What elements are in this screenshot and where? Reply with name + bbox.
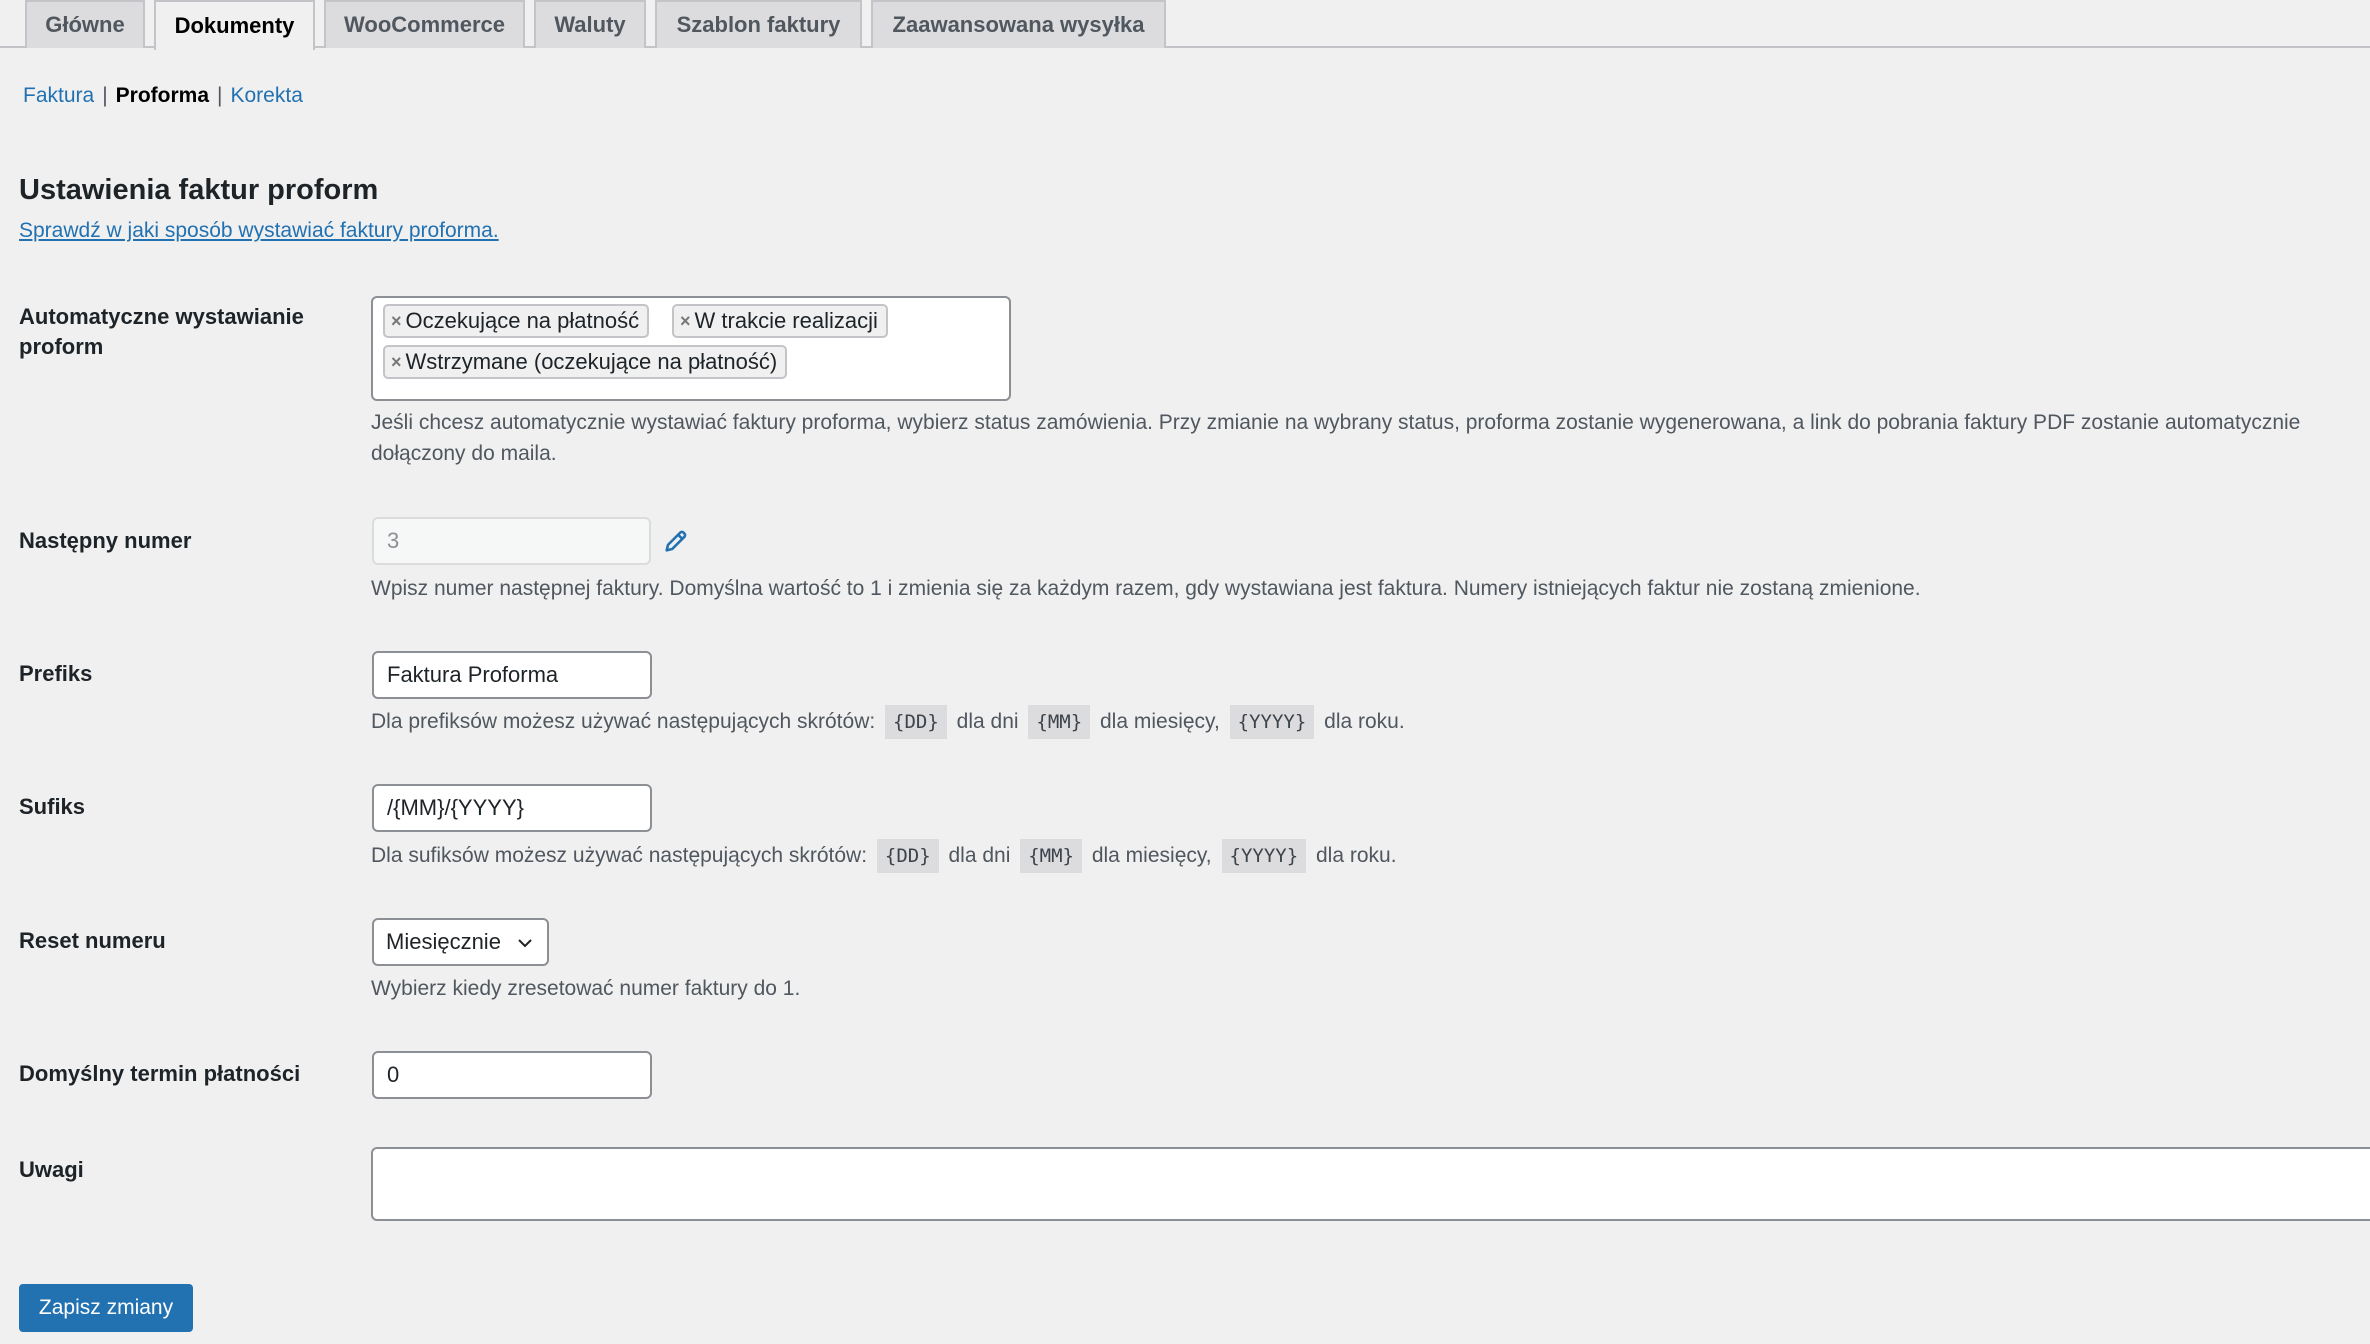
prefix-description: Dla prefiksów możesz używać następującyc…	[371, 705, 1405, 739]
desc-text: dla roku.	[1315, 844, 1397, 867]
prefix-label: Prefiks	[19, 661, 93, 686]
status-chip[interactable]: × Wstrzymane (oczekujące na płatność)	[383, 345, 788, 379]
next-number-description: Wpisz numer następnej faktury. Domyślna …	[371, 577, 1921, 600]
tab-szablon-faktury[interactable]: Szablon faktury	[655, 0, 862, 48]
suffix-description: Dla sufiksów możesz używać następujących…	[371, 839, 1397, 873]
subnav-korekta[interactable]: Korekta	[231, 84, 303, 107]
suffix-input[interactable]: /{MM}/{YYYY}	[372, 784, 652, 832]
settings-tabs: Główne Dokumenty WooCommerce Waluty Szab…	[0, 0, 2370, 50]
desc-text: dla dni	[956, 710, 1019, 733]
auto-issue-description: Jeśli chcesz automatycznie wystawiać fak…	[371, 411, 2301, 465]
shortcode-yyyy: {YYYY}	[1229, 705, 1315, 739]
status-chip[interactable]: × W trakcie realizacji	[672, 304, 888, 338]
close-icon[interactable]: ×	[391, 352, 402, 373]
subnav-proforma[interactable]: Proforma	[116, 84, 209, 107]
next-number-input[interactable]: 3	[372, 517, 651, 565]
notes-textarea[interactable]	[371, 1147, 2370, 1221]
tab-dokumenty[interactable]: Dokumenty	[154, 0, 315, 50]
document-subnav: Faktura | Proforma | Korekta	[23, 84, 303, 108]
status-chip[interactable]: × Oczekujące na płatność	[383, 304, 650, 338]
payment-term-input[interactable]: 0	[372, 1051, 652, 1099]
close-icon[interactable]: ×	[391, 311, 402, 332]
tab-woocommerce[interactable]: WooCommerce	[324, 0, 525, 48]
pencil-icon[interactable]	[662, 527, 690, 555]
save-button[interactable]: Zapisz zmiany	[19, 1284, 193, 1332]
chevron-down-icon	[518, 939, 532, 948]
chip-label: Wstrzymane (oczekujące na płatność)	[405, 349, 778, 374]
shortcode-mm: {MM}	[1028, 705, 1091, 739]
help-link[interactable]: Sprawdź w jaki sposób wystawiać faktury …	[19, 219, 499, 243]
reset-description: Wybierz kiedy zresetować numer faktury d…	[371, 977, 801, 1000]
desc-text: dla roku.	[1324, 710, 1405, 733]
desc-text: Dla sufiksów możesz używać następujących…	[371, 844, 868, 867]
chip-label: Oczekujące na płatność	[405, 308, 640, 333]
suffix-label: Sufiks	[19, 794, 86, 819]
desc-text: dla miesięcy,	[1091, 844, 1212, 867]
shortcode-yyyy: {YYYY}	[1221, 839, 1307, 873]
payment-term-label: Domyślny termin płatności	[19, 1061, 301, 1086]
auto-issue-label: Automatyczne wystawianie proform	[19, 304, 304, 359]
tab-glowne[interactable]: Główne	[25, 0, 145, 48]
page-title: Ustawienia faktur proform	[19, 174, 379, 206]
desc-text: dla miesięcy,	[1100, 710, 1220, 733]
tab-zaawansowana-wysylka[interactable]: Zaawansowana wysyłka	[871, 0, 1166, 48]
order-status-multiselect[interactable]: × Oczekujące na płatność × W trakcie reali…	[371, 296, 1011, 401]
chip-label: W trakcie realizacji	[694, 308, 878, 333]
reset-select-value: Miesięcznie	[386, 929, 501, 954]
subnav-faktura[interactable]: Faktura	[23, 84, 94, 107]
shortcode-dd: {DD}	[885, 705, 947, 739]
reset-select[interactable]: Miesięcznie	[372, 918, 549, 966]
prefix-input[interactable]: Faktura Proforma	[372, 651, 652, 699]
tab-waluty[interactable]: Waluty	[534, 0, 646, 48]
desc-text: dla dni	[948, 844, 1011, 867]
desc-text: Dla prefiksów możesz używać następującyc…	[371, 710, 876, 733]
shortcode-mm: {MM}	[1020, 839, 1082, 873]
notes-label: Uwagi	[19, 1157, 84, 1182]
subnav-separator: |	[102, 84, 108, 107]
shortcode-dd: {DD}	[876, 839, 939, 873]
subnav-separator: |	[217, 84, 223, 107]
next-number-label: Następny numer	[19, 528, 192, 553]
close-icon[interactable]: ×	[680, 311, 691, 332]
reset-label: Reset numeru	[19, 928, 166, 953]
